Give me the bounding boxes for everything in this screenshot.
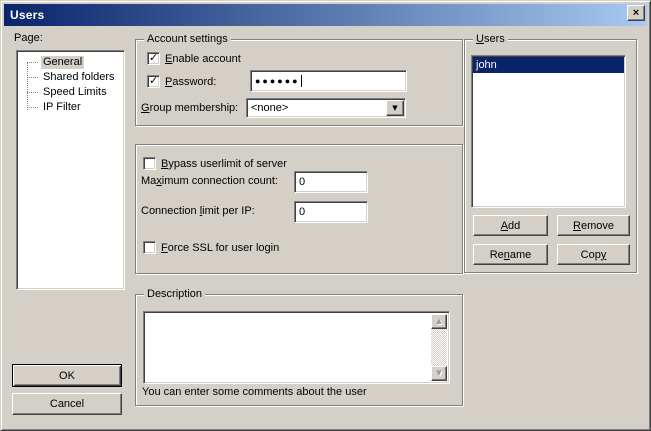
tree-item-label: Shared folders xyxy=(41,71,117,84)
checkbox-box xyxy=(143,157,156,170)
tree-item-label: General xyxy=(41,56,84,69)
bypass-userlimit-checkbox[interactable]: Bypass userlimit of server xyxy=(143,157,287,170)
page-label: Page: xyxy=(14,32,43,44)
cancel-button[interactable]: Cancel xyxy=(12,393,122,415)
description-hint: You can enter some comments about the us… xyxy=(142,386,367,398)
remove-user-button[interactable]: Remove xyxy=(557,215,630,236)
account-settings-title: Account settings xyxy=(144,32,231,46)
tree-branch-line xyxy=(27,107,38,108)
ip-limit-field[interactable]: 0 xyxy=(294,201,368,223)
arrow-up-icon: ▲ xyxy=(436,318,441,325)
password-field[interactable]: ●●●●●● xyxy=(250,70,407,92)
page-list[interactable]: General Shared folders Speed Limits IP F… xyxy=(16,50,125,290)
tree-item-shared-folders[interactable]: Shared folders xyxy=(17,70,124,85)
force-ssl-checkbox[interactable]: Force SSL for user login xyxy=(143,241,279,254)
dialog-title: Users xyxy=(10,8,44,22)
tree-item-ip-filter[interactable]: IP Filter xyxy=(17,100,124,115)
scroll-up-button[interactable]: ▲ xyxy=(431,314,447,329)
tree-item-label: Speed Limits xyxy=(41,86,109,99)
tree-branch-line xyxy=(27,62,38,63)
force-ssl-label: Force SSL for user login xyxy=(161,242,279,254)
tree-item-speed-limits[interactable]: Speed Limits xyxy=(17,85,124,100)
group-membership-select[interactable]: <none> ▼ xyxy=(246,98,406,118)
close-icon: × xyxy=(633,8,639,19)
checkbox-box xyxy=(143,241,156,254)
titlebar: Users xyxy=(4,4,647,26)
checkbox-box: ✓ xyxy=(147,52,160,65)
tree-branch-line xyxy=(27,77,38,78)
list-item-john[interactable]: john xyxy=(473,57,624,73)
group-membership-label: Group membership: xyxy=(141,102,238,114)
copy-user-button[interactable]: Copy xyxy=(557,244,630,265)
users-dialog: Users × Page: General Shared folders Spe… xyxy=(0,0,651,431)
ok-button[interactable]: OK xyxy=(12,364,122,387)
tree-branch-line xyxy=(27,92,38,93)
arrow-down-icon: ▼ xyxy=(436,370,441,377)
max-connections-value: 0 xyxy=(299,176,305,188)
description-scrollbar: ▲ ▼ xyxy=(431,314,447,381)
scroll-down-button[interactable]: ▼ xyxy=(431,366,447,381)
rename-user-button[interactable]: Rename xyxy=(473,244,548,265)
description-title: Description xyxy=(144,287,205,301)
checkmark-icon: ✓ xyxy=(149,51,158,64)
password-value: ●●●●●● xyxy=(255,76,300,86)
chevron-down-icon: ▼ xyxy=(392,105,397,112)
tree-item-label: IP Filter xyxy=(41,101,83,114)
add-user-button[interactable]: Add xyxy=(473,215,548,236)
ip-limit-value: 0 xyxy=(299,206,305,218)
tree-item-general[interactable]: General xyxy=(17,55,124,70)
dropdown-arrow-button[interactable]: ▼ xyxy=(386,100,404,116)
max-connections-field[interactable]: 0 xyxy=(294,171,368,193)
group-membership-value: <none> xyxy=(251,102,288,114)
password-checkbox[interactable]: ✓ Password: xyxy=(147,75,216,88)
text-caret xyxy=(301,75,302,87)
password-label: Password: xyxy=(165,76,216,88)
bypass-userlimit-label: Bypass userlimit of server xyxy=(161,158,287,170)
enable-account-checkbox[interactable]: ✓ Enable account xyxy=(147,52,241,65)
enable-account-label: Enable account xyxy=(165,53,241,65)
description-textarea[interactable]: ▲ ▼ xyxy=(143,311,450,384)
users-group-title: Users xyxy=(473,32,508,46)
checkbox-box: ✓ xyxy=(147,75,160,88)
close-button[interactable]: × xyxy=(627,5,645,21)
ip-limit-label: Connection limit per IP: xyxy=(141,205,255,217)
checkmark-icon: ✓ xyxy=(149,74,158,87)
max-connections-label: Maximum connection count: xyxy=(141,175,278,187)
users-list[interactable]: john xyxy=(471,55,626,208)
scroll-track xyxy=(431,329,447,366)
